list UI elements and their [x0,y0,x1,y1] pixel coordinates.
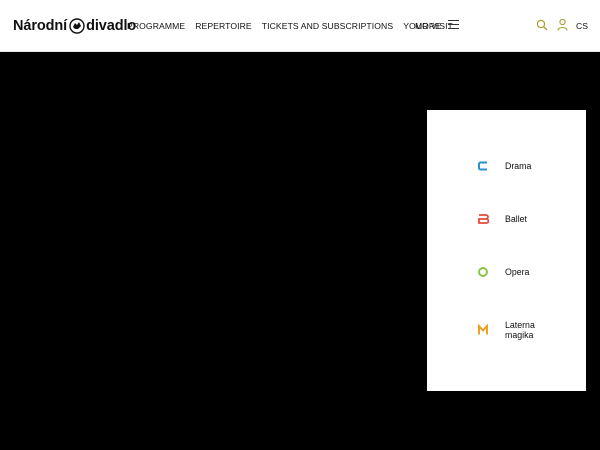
ensemble-drama[interactable]: Drama [477,160,545,172]
site-header: Národní divadlo PROGRAMME REPERTOIRE TIC… [0,0,600,52]
user-icon[interactable] [557,18,568,31]
ensemble-opera[interactable]: Opera [477,266,545,278]
hamburger-menu-icon[interactable] [448,20,459,30]
ensembles-panel: Drama Ballet Opera Laterna magika [427,110,586,391]
lion-emblem-icon [69,18,85,34]
opera-o-icon [478,267,488,277]
nav-programme[interactable]: PROGRAMME [127,21,185,31]
language-switch[interactable]: CS [576,21,588,31]
nav-repertoire[interactable]: REPERTOIRE [195,21,252,31]
ensemble-label: Ballet [505,214,528,224]
drama-c-icon [478,161,487,171]
ensemble-ballet[interactable]: Ballet [477,213,545,225]
search-icon[interactable] [536,19,548,31]
site-logo[interactable]: Národní divadlo [13,16,136,36]
ensemble-laterna-magika[interactable]: Laterna magika [477,320,545,340]
nav-tickets-subscriptions[interactable]: TICKETS AND SUBSCRIPTIONS [262,21,393,31]
logo-text-left: Národní [13,18,68,34]
laterna-m-icon [478,324,488,335]
nav-more[interactable]: MORE [415,21,441,31]
main-nav: PROGRAMME REPERTOIRE TICKETS AND SUBSCRI… [127,21,453,31]
ensemble-label: Opera [505,267,530,277]
ballet-b-icon [478,214,489,224]
ensemble-label: Drama [505,161,532,171]
ensemble-label: Laterna magika [505,320,535,340]
